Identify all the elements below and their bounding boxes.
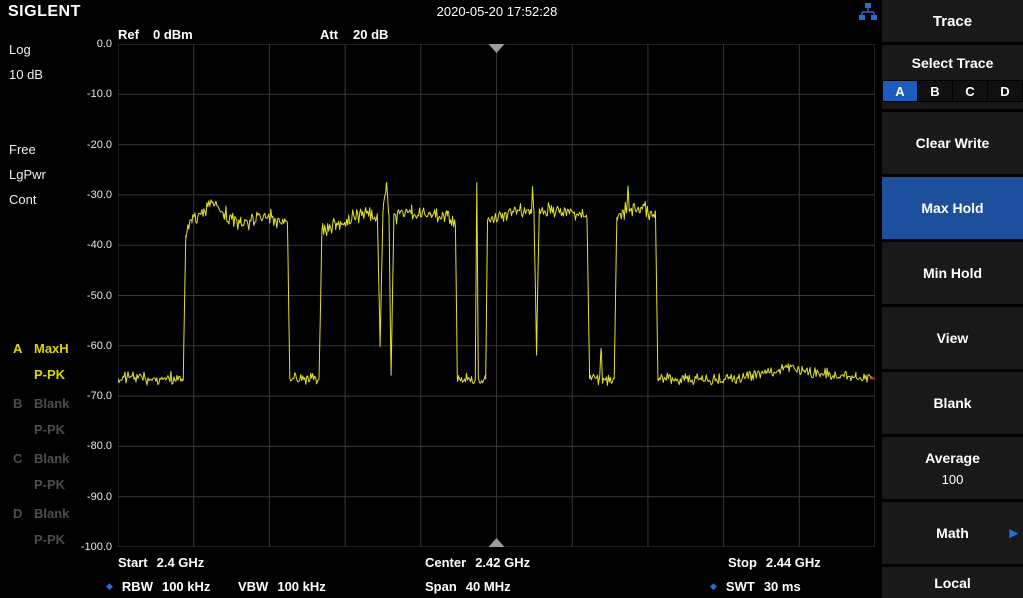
y-tick-label: -20.0 [87,139,112,151]
menu-title: Trace [882,0,1023,42]
sweep-label: Cont [9,192,36,207]
siglent-logo: SIGLENT [8,3,81,21]
y-tick-label: -90.0 [87,491,112,503]
y-tick-label: -30.0 [87,189,112,201]
local-button[interactable]: Local [882,567,1023,598]
trace-id: B [13,396,22,411]
y-tick-label: -40.0 [87,239,112,251]
stop-freq: Stop2.44 GHz [728,555,821,570]
clear-write-button[interactable]: Clear Write [882,112,1023,174]
datetime: 2020-05-20 17:52:28 [437,4,558,19]
att-value: 20 dB [353,27,388,42]
span-setting: Span40 MHz [425,579,511,594]
vbw-setting: VBW100 kHz [238,579,326,594]
ref-label: Ref [118,27,139,42]
min-hold-button[interactable]: Min Hold [882,242,1023,304]
average-button[interactable]: Average 100 [882,437,1023,499]
view-button[interactable]: View [882,307,1023,369]
ref-value: 0 dBm [153,27,193,42]
y-tick-label: -50.0 [87,290,112,302]
y-tick-label: -10.0 [87,88,112,100]
trace-id: D [13,506,22,521]
coupling-icon: ◆ [710,581,717,592]
y-axis-labels: 0.0-10.0-20.0-30.0-40.0-50.0-60.0-70.0-8… [52,44,114,547]
y-tick-label: -80.0 [87,440,112,452]
trace-selector: A B C D [882,80,1023,102]
y-tick-label: 0.0 [97,38,112,50]
spectrum-plot [118,44,875,547]
trace-option-c[interactable]: C [953,80,988,102]
max-hold-button[interactable]: Max Hold [882,177,1023,239]
submenu-arrow-icon: ▶ [1010,527,1018,540]
att-label: Att [320,27,338,42]
trace-option-a[interactable]: A [882,80,918,102]
center-marker-top [489,44,505,53]
start-freq: Start2.4 GHz [118,555,204,570]
select-trace-button[interactable]: Select Trace A B C D [882,45,1023,109]
center-marker-bottom [489,538,505,547]
trace-id: A [13,341,22,356]
rbw-setting: ◆ RBW100 kHz [106,579,210,594]
center-freq: Center2.42 GHz [425,555,530,570]
y-tick-label: -70.0 [87,390,112,402]
power-label: LgPwr [9,167,46,182]
network-icon [858,2,878,22]
blank-button[interactable]: Blank [882,372,1023,434]
scale-label: 10 dB [9,67,43,82]
graph-area [118,44,875,547]
scale-type-label: Log [9,42,31,57]
trace-id: C [13,451,22,466]
math-button[interactable]: Math ▶ [882,502,1023,564]
trace-option-b[interactable]: B [918,80,953,102]
average-count: 100 [942,472,964,487]
y-tick-label: -100.0 [81,541,112,553]
swt-setting: ◆ SWT30 ms [710,579,801,594]
coupling-icon: ◆ [106,581,113,592]
y-tick-label: -60.0 [87,340,112,352]
trace-option-d[interactable]: D [988,80,1023,102]
softkey-menu: Trace Select Trace A B C D Clear Write M… [882,0,1023,598]
spectrum-analyzer-screen: SIGLENT 2020-05-20 17:52:28 Ref 0 dBm At… [0,0,1023,598]
trigger-label: Free [9,142,36,157]
